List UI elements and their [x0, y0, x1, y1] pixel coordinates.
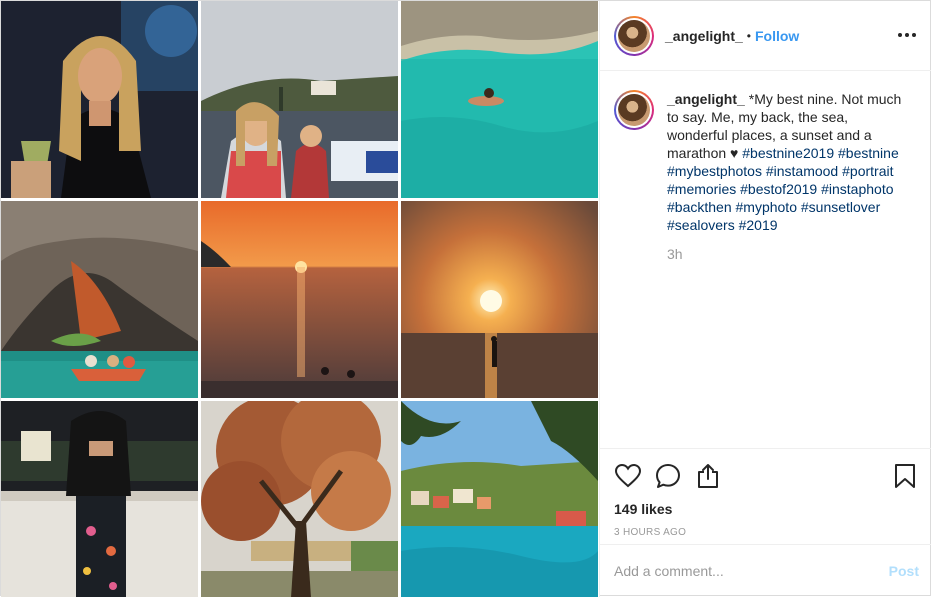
photo-back-view-terrace [1, 401, 198, 597]
post-sidebar: _angelight_ • Follow _angelight_ *My bes… [599, 1, 931, 597]
follow-button[interactable]: Follow [755, 28, 799, 44]
photo-marathon-crowd [201, 1, 398, 198]
photo-sunset-sun-water [401, 201, 598, 398]
caption-text: _angelight_ *My best nine. Not much to sa… [667, 90, 907, 234]
like-heart-icon[interactable] [614, 462, 642, 490]
post-header: _angelight_ • Follow [600, 1, 931, 71]
likes-count[interactable]: 149 likes [614, 501, 919, 517]
caption-timestamp[interactable]: 3h [667, 246, 919, 262]
comment-icon[interactable] [654, 462, 682, 490]
caption-section: _angelight_ *My best nine. Not much to sa… [600, 72, 931, 448]
action-bar: 149 likes 3 HOURS AGO [600, 448, 931, 544]
hashtag-link[interactable]: #sunsetlover [801, 199, 880, 215]
photo-sunset-bay [201, 201, 398, 398]
caption-username[interactable]: _angelight_ [667, 91, 745, 107]
hashtag-link[interactable]: #memories [667, 181, 736, 197]
photo-portrait-drink [1, 1, 198, 198]
photo-swimmer-turquoise [401, 1, 598, 198]
caption-avatar[interactable] [614, 90, 654, 130]
photo-harbor-village [401, 401, 598, 597]
hashtag-link[interactable]: #sealovers [667, 217, 735, 233]
hashtag-link[interactable]: #bestnine [838, 145, 899, 161]
separator-dot: • [746, 28, 751, 43]
bookmark-icon[interactable] [891, 462, 919, 490]
comment-form: Post [600, 544, 931, 597]
hashtag-link[interactable]: #instamood [766, 163, 838, 179]
heart-glyph: ♥ [730, 145, 739, 161]
more-options-icon[interactable] [895, 23, 919, 47]
comment-input[interactable] [614, 563, 889, 579]
hashtag-link[interactable]: #portrait [842, 163, 893, 179]
hashtag-link[interactable]: #bestof2019 [740, 181, 817, 197]
photo-autumn-tree [201, 401, 398, 597]
post-comment-button[interactable]: Post [889, 563, 919, 579]
avatar-image [618, 19, 650, 52]
post-timestamp[interactable]: 3 HOURS AGO [614, 527, 919, 538]
username-link[interactable]: _angelight_ [665, 28, 743, 44]
photo-sea-cave-boat [1, 201, 198, 398]
avatar-image [618, 94, 650, 126]
hashtag-link[interactable]: #backthen [667, 199, 732, 215]
hashtag-link[interactable]: #2019 [739, 217, 778, 233]
avatar[interactable] [614, 15, 654, 56]
hashtag-link[interactable]: #bestnine2019 [742, 145, 834, 161]
post-image[interactable] [1, 1, 599, 597]
hashtag-link[interactable]: #myphoto [736, 199, 797, 215]
hashtag-link[interactable]: #mybestphotos [667, 163, 762, 179]
post-modal: _angelight_ • Follow _angelight_ *My bes… [0, 0, 931, 597]
share-icon[interactable] [694, 462, 722, 490]
hashtag-link[interactable]: #instaphoto [821, 181, 893, 197]
